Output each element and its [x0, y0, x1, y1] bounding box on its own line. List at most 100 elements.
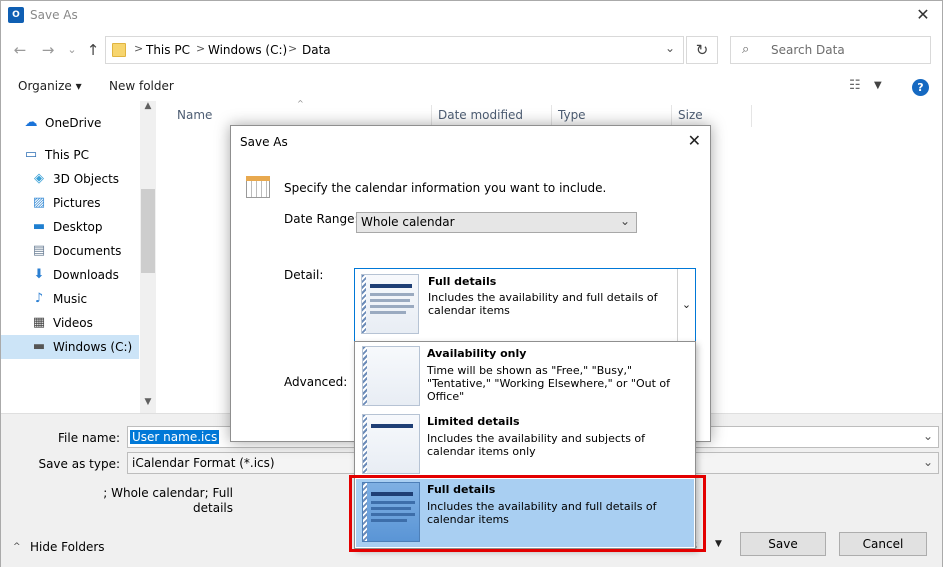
hide-folders-icon[interactable]: ^ — [13, 542, 21, 552]
save-as-type-label: Save as type: — [38, 457, 120, 471]
sidebar-item-label: Documents — [53, 244, 122, 258]
cloud-icon: ☁ — [24, 115, 38, 130]
tools-dropdown-icon[interactable]: ▼ — [715, 539, 722, 549]
column-divider[interactable] — [551, 105, 552, 127]
detail-option-availability-only[interactable]: Availability only Time will be shown as … — [356, 343, 694, 411]
detail-label: Detail: — [284, 268, 324, 282]
sidebar-item-label: OneDrive — [45, 116, 102, 130]
sidebar-item-videos[interactable]: ▦ Videos — [1, 311, 139, 335]
search-box[interactable]: ⌕ Search Data — [730, 36, 931, 64]
highlight-annotation-box — [349, 475, 706, 552]
option-title: Availability only — [427, 347, 527, 360]
sidebar-item-label: Pictures — [53, 196, 101, 210]
date-range-label: Date Range: — [284, 212, 359, 226]
nav-scrollbar-thumb[interactable] — [141, 189, 155, 273]
sidebar-item-3d-objects[interactable]: ◈ 3D Objects — [1, 167, 139, 191]
detail-option-limited-details[interactable]: Limited details Includes the availabilit… — [356, 411, 694, 479]
cancel-button[interactable]: Cancel — [839, 532, 927, 556]
scroll-down-icon[interactable]: ▼ — [140, 397, 156, 411]
back-button[interactable]: ← — [11, 41, 29, 59]
up-button[interactable]: ↑ — [84, 41, 102, 59]
detail-dropdown-button[interactable]: ⌄ — [677, 269, 695, 341]
date-range-select[interactable]: Whole calendar ⌄ — [356, 212, 637, 233]
file-name-label: File name: — [58, 431, 120, 445]
recent-locations-button[interactable]: ⌄ — [63, 41, 81, 59]
calendar-info-summary: ; Whole calendar; Full details — [103, 486, 233, 515]
documents-icon: ▤ — [32, 243, 46, 258]
computer-icon: ▭ — [24, 147, 38, 162]
sidebar-item-onedrive[interactable]: ☁ OneDrive — [1, 111, 139, 135]
sidebar-item-downloads[interactable]: ⬇ Downloads — [1, 263, 139, 287]
column-divider[interactable] — [431, 105, 432, 127]
drive-icon: ▬ — [32, 339, 46, 354]
help-button[interactable]: ? — [912, 79, 929, 96]
sidebar-item-label: Windows (C:) — [53, 340, 133, 354]
advanced-label: Advanced: — [284, 375, 348, 389]
sidebar-item-label: This PC — [45, 148, 89, 162]
sidebar-item-desktop[interactable]: ▬ Desktop — [1, 215, 139, 239]
window-close-button[interactable]: ✕ — [912, 5, 934, 25]
videos-icon: ▦ — [32, 315, 46, 330]
navigation-pane: ☁ OneDrive ▭ This PC ◈ 3D Objects ▨ Pict… — [1, 101, 156, 413]
detail-selected-description: Includes the availability and full detai… — [428, 291, 658, 317]
view-options-icon[interactable]: ☷ — [849, 79, 865, 93]
sidebar-item-label: Videos — [53, 316, 93, 330]
window-title: Save As — [30, 8, 78, 22]
chevron-down-icon: ⌄ — [619, 214, 630, 228]
file-name-value: User name.ics — [130, 430, 220, 444]
detail-select[interactable]: Full details Includes the availability a… — [354, 268, 696, 342]
close-icon: ✕ — [687, 131, 701, 150]
sidebar-item-this-pc[interactable]: ▭ This PC — [1, 143, 139, 167]
outlook-icon: O — [8, 7, 24, 23]
option-description: Time will be shown as "Free," "Busy," "T… — [427, 364, 671, 403]
breadcrumb-data[interactable]: Data — [302, 43, 331, 57]
availability-preview-icon — [362, 346, 420, 406]
breadcrumb-this-pc[interactable]: This PC — [146, 43, 190, 57]
full-details-preview-icon — [361, 274, 419, 334]
hide-folders-button[interactable]: Hide Folders — [30, 540, 105, 554]
address-bar[interactable]: > This PC > Windows (C:) > Data ⌄ — [105, 36, 684, 64]
sidebar-item-label: Music — [53, 292, 88, 306]
sidebar-item-documents[interactable]: ▤ Documents — [1, 239, 139, 263]
title-bar: O Save As ✕ — [1, 1, 942, 31]
up-arrow-icon: ↑ — [86, 41, 100, 59]
sidebar-item-label: 3D Objects — [53, 172, 120, 186]
column-divider[interactable] — [751, 105, 752, 127]
chevron-down-icon: ⌄ — [67, 43, 77, 56]
refresh-icon: ↻ — [695, 41, 709, 59]
sidebar-item-label: Desktop — [53, 220, 103, 234]
chevron-down-icon: ⌄ — [681, 298, 692, 311]
back-arrow-icon: ← — [13, 41, 27, 59]
save-button[interactable]: Save — [740, 532, 826, 556]
close-icon: ✕ — [916, 5, 930, 24]
refresh-button[interactable]: ↻ — [686, 36, 718, 64]
sidebar-item-music[interactable]: ♪ Music — [1, 287, 139, 311]
scroll-up-icon[interactable]: ▲ — [140, 101, 156, 115]
column-divider[interactable] — [671, 105, 672, 127]
dialog-description: Specify the calendar information you wan… — [284, 181, 607, 195]
music-icon: ♪ — [34, 291, 44, 306]
search-placeholder: Search Data — [771, 43, 845, 57]
calendar-icon-header — [246, 176, 270, 181]
limited-details-preview-icon — [362, 414, 420, 474]
dialog-close-button[interactable]: ✕ — [688, 131, 701, 150]
column-header-name[interactable]: Name — [177, 108, 212, 128]
download-icon: ⬇ — [33, 267, 45, 282]
breadcrumb-windows-c[interactable]: Windows (C:) — [208, 43, 287, 57]
breadcrumb-separator: > — [288, 42, 298, 55]
sidebar-item-windows-c[interactable]: ▬ Windows (C:) — [1, 335, 139, 359]
chevron-down-icon[interactable]: ⌄ — [665, 41, 675, 55]
chevron-down-icon[interactable]: ⌄ — [923, 429, 933, 443]
folder-icon — [112, 43, 126, 57]
option-description: Includes the availability and subjects o… — [427, 432, 646, 458]
forward-button[interactable]: → — [39, 41, 57, 59]
cube-icon: ◈ — [34, 171, 44, 186]
breadcrumb-separator: > — [134, 42, 144, 55]
search-icon: ⌕ — [742, 42, 750, 57]
sort-ascending-icon: ^ — [297, 99, 304, 108]
organize-button[interactable]: Organize ▾ — [18, 79, 82, 93]
chevron-down-icon[interactable]: ⌄ — [923, 455, 933, 469]
view-dropdown-icon[interactable]: ▼ — [874, 80, 882, 91]
sidebar-item-pictures[interactable]: ▨ Pictures — [1, 191, 139, 215]
new-folder-button[interactable]: New folder — [109, 79, 174, 93]
